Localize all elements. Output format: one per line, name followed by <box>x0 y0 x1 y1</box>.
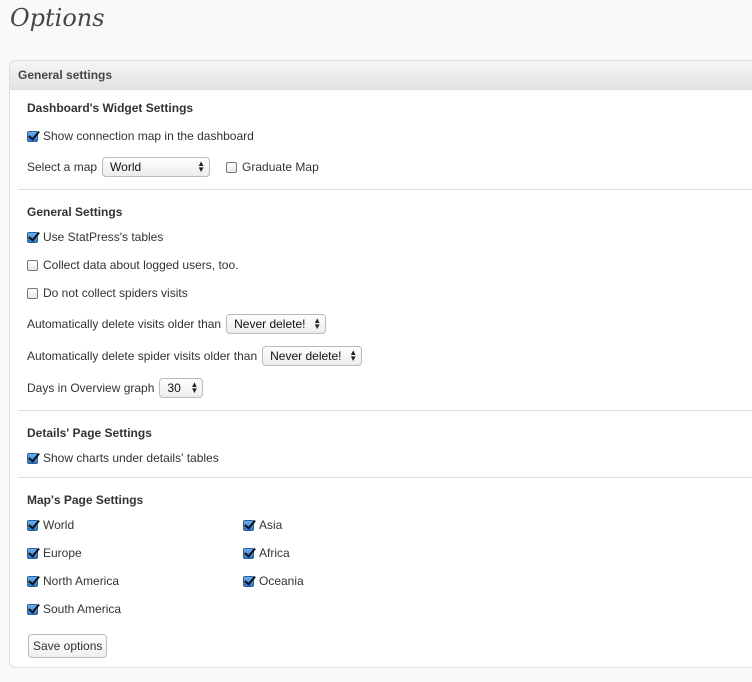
days-row: Days in Overview graph 30 ▲ ▼ <box>27 378 204 398</box>
map-africa-checkbox[interactable] <box>243 547 254 559</box>
days-value: 30 <box>167 381 181 395</box>
delete-spider-value: Never delete! <box>270 349 342 363</box>
map-world-row: World <box>27 515 74 535</box>
use-tables-row: Use StatPress's tables <box>27 227 163 247</box>
days-select[interactable]: 30 ▲ ▼ <box>159 378 204 398</box>
show-charts-label: Show charts under details' tables <box>43 451 219 465</box>
charts-row: Show charts under details' tables <box>27 448 219 468</box>
delete-spider-row: Automatically delete spider visits older… <box>27 346 363 366</box>
map-asia-checkbox[interactable] <box>243 519 254 531</box>
map-select-value: World <box>110 160 142 174</box>
delete-visits-label: Automatically delete visits older than <box>27 317 222 331</box>
map-select[interactable]: World ▲ ▼ <box>102 157 211 177</box>
map-africa-label: Africa <box>259 546 290 560</box>
map-oceania-checkbox[interactable] <box>243 575 254 587</box>
collect-logged-checkbox[interactable] <box>27 259 38 271</box>
collect-logged-label: Collect data about logged users, too. <box>43 258 239 272</box>
days-label: Days in Overview graph <box>27 381 155 395</box>
select-map-label: Select a map <box>27 160 98 174</box>
no-spiders-checkbox[interactable] <box>27 287 38 299</box>
collect-logged-row: Collect data about logged users, too. <box>27 255 238 275</box>
delete-visits-row: Automatically delete visits older than N… <box>27 314 327 334</box>
general-settings-panel: General settings Dashboard's Widget Sett… <box>9 60 752 668</box>
use-tables-checkbox[interactable] <box>27 231 38 243</box>
save-options-button[interactable]: Save options <box>28 634 108 658</box>
map-north-america-checkbox[interactable] <box>27 575 38 587</box>
map-world-checkbox[interactable] <box>27 519 38 531</box>
details-section-title: Details' Page Settings <box>27 426 152 440</box>
details-section: Details' Page Settings Show charts under… <box>18 411 752 478</box>
page-title: Options <box>10 4 105 32</box>
map-north-america-label: North America <box>43 574 120 588</box>
graduate-map-label: Graduate Map <box>242 160 319 174</box>
show-map-label: Show connection map in the dashboard <box>43 129 254 143</box>
dashboard-section: Dashboard's Widget Settings Show connect… <box>18 90 752 190</box>
map-south-america-row: South America <box>27 599 121 619</box>
show-map-row: Show connection map in the dashboard <box>27 126 254 146</box>
map-world-label: World <box>43 518 75 532</box>
maps-section: Map's Page Settings World Europe North A… <box>18 478 752 666</box>
delete-spider-label: Automatically delete spider visits older… <box>27 349 258 363</box>
select-arrows-icon: ▲ ▼ <box>190 380 199 395</box>
graduate-map-checkbox[interactable] <box>226 161 238 173</box>
map-oceania-row: Oceania <box>243 571 304 591</box>
map-asia-row: Asia <box>243 515 282 535</box>
general-section: General Settings Use StatPress's tables … <box>18 190 752 411</box>
delete-spider-select[interactable]: Never delete! ▲ ▼ <box>262 346 363 366</box>
map-europe-label: Europe <box>43 546 82 560</box>
no-spiders-row: Do not collect spiders visits <box>27 283 188 303</box>
select-arrows-icon: ▲ ▼ <box>197 159 206 174</box>
select-arrows-icon: ▲ ▼ <box>313 316 322 331</box>
map-oceania-label: Oceania <box>259 574 304 588</box>
use-tables-label: Use StatPress's tables <box>43 230 164 244</box>
select-arrows-icon: ▲ ▼ <box>349 348 358 363</box>
delete-visits-select[interactable]: Never delete! ▲ ▼ <box>226 314 327 334</box>
map-north-america-row: North America <box>27 571 119 591</box>
maps-section-title: Map's Page Settings <box>27 493 144 507</box>
map-africa-row: Africa <box>243 543 290 563</box>
delete-visits-value: Never delete! <box>234 317 306 331</box>
general-section-title: General Settings <box>27 205 123 219</box>
map-europe-checkbox[interactable] <box>27 547 38 559</box>
dashboard-section-title: Dashboard's Widget Settings <box>27 101 194 115</box>
select-map-row: Select a map World ▲ ▼ Graduate Map <box>27 157 319 177</box>
map-europe-row: Europe <box>27 543 82 563</box>
show-charts-checkbox[interactable] <box>27 452 38 464</box>
no-spiders-label: Do not collect spiders visits <box>43 286 188 300</box>
map-south-america-checkbox[interactable] <box>27 603 38 615</box>
panel-header: General settings <box>10 61 752 90</box>
show-map-checkbox[interactable] <box>27 130 38 142</box>
map-south-america-label: South America <box>43 602 122 616</box>
map-asia-label: Asia <box>259 518 283 532</box>
